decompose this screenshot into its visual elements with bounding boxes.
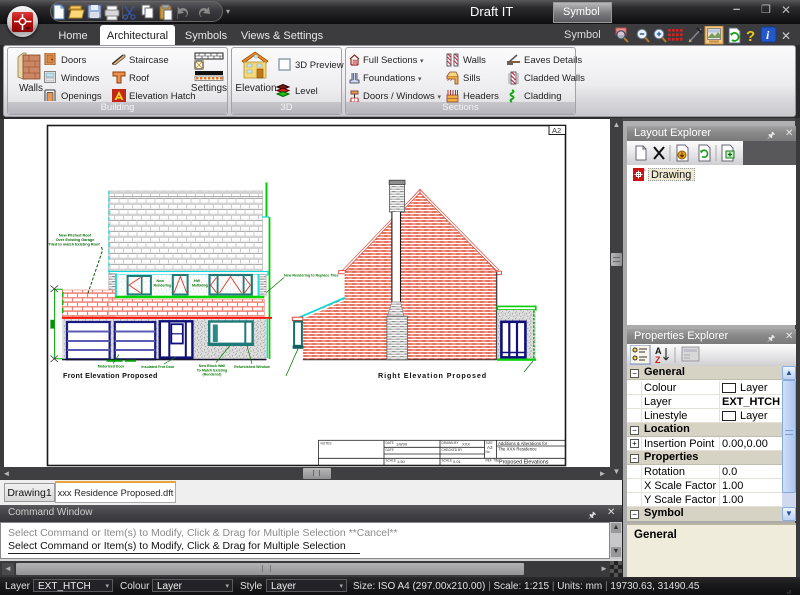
svg-text:HW: HW (194, 279, 201, 283)
svg-text:1:50: 1:50 (397, 459, 406, 464)
svg-text:New Pitched Roof: New Pitched Roof (59, 234, 92, 238)
svg-text:?: ? (746, 28, 755, 45)
svg-text:New Rendering to Replace Tiles: New Rendering to Replace Tiles (284, 273, 338, 277)
svg-text:Insulated Frnt Door: Insulated Frnt Door (141, 365, 175, 369)
svg-text:XXX: XXX (462, 442, 470, 447)
svg-text:No.: No. (486, 450, 491, 454)
svg-text:(Rendered): (Rendered) (203, 373, 223, 377)
svg-text:Over Existing Garage: Over Existing Garage (56, 238, 95, 242)
svg-text:Right Elevation Proposed: Right Elevation Proposed (378, 371, 487, 380)
svg-text:The XXX Residence: The XXX Residence (498, 446, 537, 451)
svg-text:✕: ✕ (781, 29, 791, 43)
svg-text:A2: A2 (552, 126, 561, 135)
svg-text:SCALE: SCALE (386, 459, 396, 463)
svg-text:Refurbished Window: Refurbished Window (234, 365, 270, 369)
svg-text:Additions & Alterations for: Additions & Alterations for (498, 441, 548, 446)
svg-text:0.01: 0.01 (453, 459, 462, 464)
svg-text:New: New (157, 279, 165, 283)
svg-text:CHECKED BY: CHECKED BY (442, 448, 464, 452)
svg-text:REF. Title: REF. Title (486, 459, 500, 463)
svg-text:NOTES: NOTES (321, 441, 332, 445)
svg-text:Rendering: Rendering (154, 284, 172, 288)
svg-text:DATE: DATE (386, 441, 394, 445)
svg-text:Front Elevation Proposed: Front Elevation Proposed (63, 371, 158, 380)
svg-text:DATE: DATE (386, 448, 394, 452)
svg-text:Mstbldng: Mstbldng (192, 284, 208, 288)
svg-text:SCALE: SCALE (442, 459, 452, 463)
svg-text:Z: Z (655, 355, 661, 365)
svg-text:Motorised Door: Motorised Door (98, 365, 125, 369)
svg-text:Proposed Elevations: Proposed Elevations (499, 460, 549, 466)
svg-text:1/8/99: 1/8/99 (396, 441, 408, 446)
svg-text:Tiled to match Existing Roof: Tiled to match Existing Roof (48, 243, 100, 247)
svg-text:DRAWN BY: DRAWN BY (442, 441, 460, 445)
